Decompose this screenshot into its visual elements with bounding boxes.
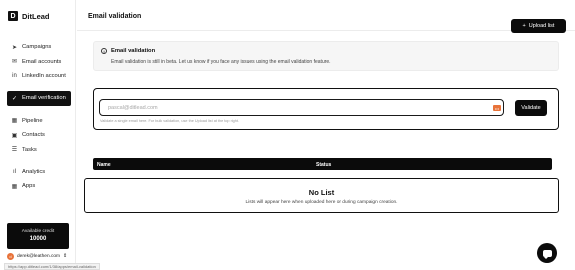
tasks-icon: ☰	[11, 147, 18, 154]
sidebar: D DitLead ➤ Campaigns ✉ Email accounts i…	[0, 0, 76, 270]
brand-name: DitLead	[22, 11, 50, 21]
brand[interactable]: D DitLead	[8, 11, 50, 21]
beta-info-banner: i Email validation Email validation is s…	[93, 41, 559, 71]
credit-card: Available credit 10000	[7, 223, 69, 249]
banner-description: Email validation is still in beta. Let u…	[111, 59, 331, 65]
info-icon: i	[101, 48, 107, 54]
lists-table-header: Name Status	[93, 158, 552, 170]
extension-icon: •••	[493, 105, 501, 111]
upload-list-label: Upload list	[528, 23, 555, 29]
column-name[interactable]: Name	[97, 162, 111, 168]
plus-icon: +	[522, 23, 526, 29]
sidebar-item-linkedin-account[interactable]: in LinkedIn account	[7, 69, 71, 83]
column-status[interactable]: Status	[316, 162, 331, 168]
user-email: derek@leathen.com	[17, 254, 61, 259]
send-icon: ➤	[11, 44, 18, 51]
user-menu[interactable]: d derek@leathen.com ⇕	[7, 253, 67, 260]
mail-icon: ✉	[11, 59, 18, 66]
sidebar-item-campaigns[interactable]: ➤ Campaigns	[7, 40, 71, 54]
email-validate-panel: ••• Validate Validate a single email her…	[93, 88, 559, 130]
browser-status-url: https://app.ditlead.com/1/38/apps/email-…	[4, 263, 100, 270]
sidebar-item-label: Analytics	[22, 168, 46, 175]
header: Email validation + Upload list	[77, 0, 575, 33]
sidebar-item-pipeline[interactable]: ▦ Pipeline	[7, 114, 71, 128]
sidebar-item-label: Apps	[22, 183, 36, 190]
sidebar-item-label: Tasks	[22, 146, 37, 153]
credit-value: 10000	[29, 236, 47, 242]
sidebar-item-analytics[interactable]: ıl Analytics	[7, 165, 71, 179]
empty-state: No List Lists will appear here when uplo…	[84, 178, 559, 213]
chat-button[interactable]	[537, 243, 557, 263]
banner-title-row: i Email validation	[101, 48, 155, 54]
validate-button[interactable]: Validate	[515, 100, 547, 116]
email-input[interactable]	[99, 99, 504, 116]
chevron-updown-icon: ⇕	[63, 254, 68, 259]
sidebar-item-contacts[interactable]: ▣ Contacts	[7, 128, 71, 142]
page-title: Email validation	[88, 13, 142, 20]
validator-hint: Validate a single email here. For bulk v…	[100, 119, 240, 123]
empty-state-subtitle: Lists will appear here when uploaded her…	[245, 200, 398, 205]
sidebar-nav: ➤ Campaigns ✉ Email accounts in LinkedIn…	[7, 40, 71, 194]
sidebar-item-email-verification[interactable]: ✓ Email verification	[7, 91, 71, 106]
sidebar-item-label: Campaigns	[22, 44, 52, 51]
app-root: D DitLead ➤ Campaigns ✉ Email accounts i…	[0, 0, 575, 270]
sidebar-item-tasks[interactable]: ☰ Tasks	[7, 142, 71, 156]
pipeline-icon: ▦	[11, 118, 18, 125]
sidebar-item-label: LinkedIn account	[22, 72, 66, 79]
sidebar-item-label: Contacts	[22, 132, 45, 139]
sidebar-item-email-accounts[interactable]: ✉ Email accounts	[7, 54, 71, 68]
check-circle-icon: ✓	[11, 95, 18, 102]
empty-state-title: No List	[308, 188, 335, 197]
linkedin-icon: in	[12, 72, 17, 79]
brand-logo-icon: D	[8, 11, 18, 21]
chat-bubble-icon	[542, 249, 552, 259]
credit-label: Available credit	[21, 229, 55, 234]
avatar: d	[7, 253, 14, 260]
contacts-icon: ▣	[11, 132, 18, 139]
analytics-icon: ıl	[13, 168, 16, 175]
sidebar-item-label: Email accounts	[22, 58, 62, 65]
sidebar-item-label: Email verification	[22, 95, 66, 102]
sidebar-item-label: Pipeline	[22, 117, 43, 124]
apps-icon: ▦	[11, 183, 18, 190]
banner-title: Email validation	[111, 48, 156, 54]
sidebar-item-apps[interactable]: ▦ Apps	[7, 179, 71, 193]
upload-list-button[interactable]: + Upload list	[511, 19, 566, 33]
